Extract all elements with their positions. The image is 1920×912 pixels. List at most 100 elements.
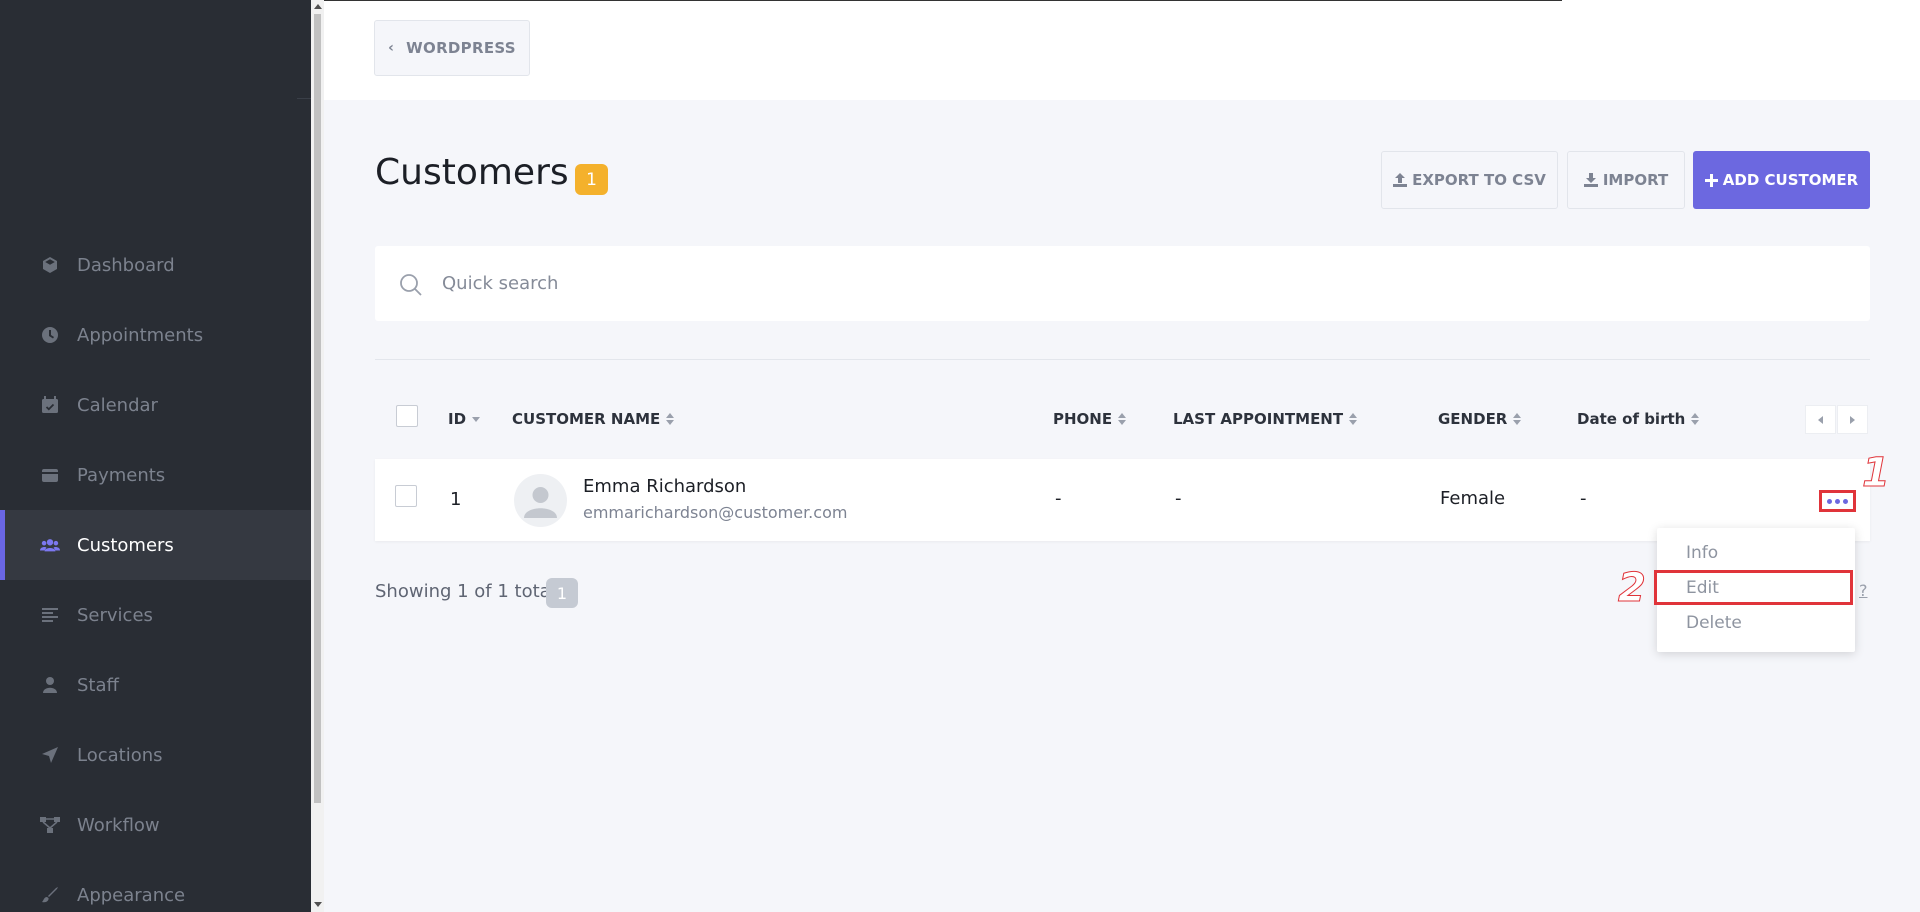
caret-left-icon <box>1818 415 1823 424</box>
column-header-customer-name[interactable]: CUSTOMER NAME <box>512 410 675 428</box>
plus-icon <box>1704 173 1718 187</box>
add-customer-label: ADD CUSTOMER <box>1722 171 1859 189</box>
caret-right-icon <box>1850 415 1855 424</box>
scroll-right-button[interactable] <box>1837 405 1868 434</box>
showing-total-text: Showing 1 of 1 total <box>375 581 556 602</box>
customer-phone: - <box>1055 488 1062 509</box>
total-badge: 1 <box>546 578 578 608</box>
customer-id: 1 <box>450 489 462 510</box>
dashboard-icon <box>40 255 60 275</box>
scroll-down-icon[interactable] <box>314 902 322 907</box>
customer-count-badge: 1 <box>575 164 608 195</box>
sort-desc-icon <box>472 416 481 422</box>
column-header-label: PHONE <box>1053 410 1113 428</box>
table-row[interactable]: 1 Emma Richardson emmarichardson@custome… <box>375 459 1870 541</box>
avatar-person-icon <box>524 487 557 518</box>
column-header-date-of-birth[interactable]: Date of birth <box>1577 410 1700 428</box>
column-header-gender[interactable]: GENDER <box>1438 410 1522 428</box>
annotation-step-2: 2 <box>1618 565 1647 612</box>
calendar-icon <box>40 395 60 415</box>
download-icon <box>1583 173 1598 187</box>
help-link[interactable]: ? <box>1859 581 1868 600</box>
sort-icon <box>666 413 675 425</box>
sidebar-item-services[interactable]: Services <box>0 580 311 650</box>
customer-email: emmarichardson@customer.com <box>583 503 848 522</box>
sidebar-item-label: Services <box>77 604 153 626</box>
row-actions-dropdown: Info Edit Delete <box>1654 528 1855 652</box>
add-customer-button[interactable]: ADD CUSTOMER <box>1693 151 1870 209</box>
sort-icon <box>1349 413 1358 425</box>
edit-highlight-box <box>1654 570 1853 605</box>
customer-name[interactable]: Emma Richardson <box>583 476 746 497</box>
menu-item-info[interactable]: Info <box>1686 543 1718 563</box>
export-csv-label: EXPORT TO CSV <box>1412 171 1546 189</box>
sidebar-item-label: Appointments <box>77 324 204 346</box>
sidebar-item-appearance[interactable]: Appearance <box>0 860 311 912</box>
workflow-icon <box>40 815 60 835</box>
clock-icon <box>40 325 60 345</box>
sort-icon <box>1691 413 1700 425</box>
divider <box>375 359 1870 360</box>
sidebar-item-appointments[interactable]: Appointments <box>0 300 311 370</box>
sort-icon <box>1118 413 1127 425</box>
sidebar-item-locations[interactable]: Locations <box>0 720 311 790</box>
scroll-left-button[interactable] <box>1805 405 1836 434</box>
more-dot <box>1843 498 1848 504</box>
column-header-label: GENDER <box>1438 410 1508 428</box>
wordpress-back-button[interactable]: ‹ WORDPRESS <box>374 20 530 76</box>
column-header-label: LAST APPOINTMENT <box>1173 410 1344 428</box>
avatar <box>514 474 567 527</box>
sidebar-item-calendar[interactable]: Calendar <box>0 370 311 440</box>
row-checkbox[interactable] <box>395 485 417 507</box>
more-dots-icon <box>1827 498 1832 504</box>
annotation-step-1: 1 <box>1862 450 1891 497</box>
sidebar-item-dashboard[interactable]: Dashboard <box>0 230 311 300</box>
select-all-checkbox[interactable] <box>396 405 418 427</box>
sidebar-item-label: Workflow <box>77 814 160 836</box>
sidebar-item-customers[interactable]: Customers <box>0 510 311 580</box>
sidebar: Dashboard Appointments Calendar Payments… <box>0 0 311 912</box>
row-actions-button[interactable] <box>1819 490 1856 512</box>
customer-last-appointment: - <box>1175 488 1182 509</box>
sort-icon <box>1513 413 1522 425</box>
column-header-label: Date of birth <box>1577 410 1686 428</box>
sidebar-item-staff[interactable]: Staff <box>0 650 311 720</box>
sidebar-item-label: Payments <box>77 464 166 486</box>
sidebar-item-label: Locations <box>77 744 163 766</box>
chevron-left-icon: ‹ <box>388 40 395 56</box>
sidebar-separator <box>297 98 311 99</box>
person-icon <box>40 675 60 695</box>
menu-item-delete[interactable]: Delete <box>1686 613 1742 633</box>
sidebar-item-label: Appearance <box>77 884 186 906</box>
list-icon <box>40 605 60 625</box>
column-header-label: ID <box>448 410 467 428</box>
search-icon <box>399 273 423 301</box>
column-header-phone[interactable]: PHONE <box>1053 410 1127 428</box>
page-title: Customers <box>375 152 569 193</box>
brush-icon <box>40 885 60 905</box>
scroll-up-icon[interactable] <box>314 4 322 9</box>
search-input[interactable] <box>442 246 1842 321</box>
import-label: IMPORT <box>1602 171 1669 189</box>
column-header-last-appointment[interactable]: LAST APPOINTMENT <box>1173 410 1358 428</box>
scrollbar[interactable] <box>311 0 324 912</box>
wallet-icon <box>40 465 60 485</box>
wordpress-back-label: WORDPRESS <box>406 39 516 57</box>
sidebar-item-workflow[interactable]: Workflow <box>0 790 311 860</box>
column-header-id[interactable]: ID <box>448 410 481 428</box>
column-header-label: CUSTOMER NAME <box>512 410 661 428</box>
location-arrow-icon <box>40 745 60 765</box>
search-box <box>375 246 1870 321</box>
customer-dob: - <box>1580 488 1587 509</box>
scrollbar-thumb[interactable] <box>314 14 321 803</box>
top-border <box>324 0 1562 1</box>
export-csv-button[interactable]: EXPORT TO CSV <box>1381 151 1558 209</box>
sidebar-item-label: Staff <box>77 674 119 696</box>
upload-icon <box>1393 173 1408 187</box>
import-button[interactable]: IMPORT <box>1567 151 1685 209</box>
sidebar-item-label: Calendar <box>77 394 158 416</box>
top-bar: ‹ WORDPRESS <box>324 0 1920 100</box>
customer-gender: Female <box>1440 488 1506 509</box>
users-icon <box>40 535 60 555</box>
sidebar-item-payments[interactable]: Payments <box>0 440 311 510</box>
